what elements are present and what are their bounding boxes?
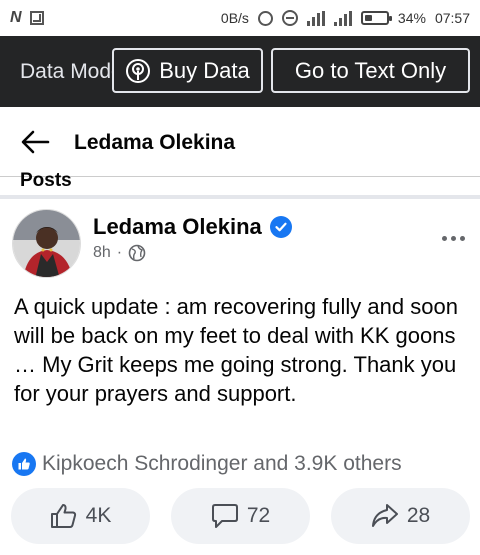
posts-section-label: Posts (20, 170, 72, 191)
text-only-button[interactable]: Go to Text Only (271, 48, 470, 93)
post-text: A quick update : am recovering fully and… (14, 294, 458, 406)
comment-button[interactable]: 72 (171, 488, 310, 544)
avatar-image (13, 210, 80, 277)
back-arrow-icon[interactable] (20, 129, 50, 155)
share-icon (371, 504, 398, 527)
post-actions: 4K 72 28 (0, 488, 480, 546)
clock: 07:57 (434, 10, 470, 26)
comment-icon (211, 504, 238, 528)
broadcast-icon (126, 58, 151, 83)
n-logo-icon: N (10, 9, 22, 26)
thumbs-up-icon (50, 504, 76, 528)
like-count: 4K (85, 504, 112, 527)
text-only-label: Go to Text Only (294, 57, 447, 83)
battery-icon (360, 11, 392, 25)
dnd-icon (281, 10, 298, 26)
buy-data-label: Buy Data (159, 57, 250, 83)
like-button[interactable]: 4K (11, 488, 150, 544)
battery-percent: 34% (397, 10, 426, 26)
status-bar-left: N (10, 9, 44, 27)
status-bar: N 0B/s 34% 07:57 (0, 0, 480, 36)
post-time[interactable]: 8h (93, 244, 111, 262)
post-author[interactable]: Ledama Olekina (93, 214, 292, 240)
share-count: 28 (406, 504, 431, 527)
data-mode-bar: Data Mode Buy Data Go to Text Only (0, 36, 480, 107)
reactions-summary[interactable]: Kipkoech Schrodinger and 3.9K others (12, 452, 402, 476)
sync-icon (257, 10, 273, 26)
signal-icon-1 (306, 10, 325, 26)
verified-badge-icon (269, 216, 292, 238)
like-reaction-icon (12, 452, 36, 476)
globe-icon (128, 244, 146, 262)
reactions-text: Kipkoech Schrodinger and 3.9K others (42, 452, 402, 475)
post-author-name: Ledama Olekina (93, 214, 262, 239)
comment-count: 72 (246, 504, 271, 527)
page-title: Ledama Olekina (74, 131, 236, 154)
screenshot-icon (29, 11, 44, 25)
post-meta: 8h · (93, 244, 146, 262)
network-speed: 0B/s (220, 10, 249, 26)
more-options-icon[interactable] (438, 230, 468, 246)
data-mode-label: Data Mode (20, 60, 123, 83)
page-header: Ledama Olekina (0, 107, 480, 177)
meta-separator: · (116, 244, 123, 261)
share-button[interactable]: 28 (331, 488, 470, 544)
signal-icon-2 (333, 10, 352, 26)
buy-data-button[interactable]: Buy Data (112, 48, 263, 93)
status-bar-right: 0B/s 34% 07:57 (221, 10, 470, 26)
section-divider (0, 195, 480, 199)
avatar[interactable] (12, 209, 81, 278)
